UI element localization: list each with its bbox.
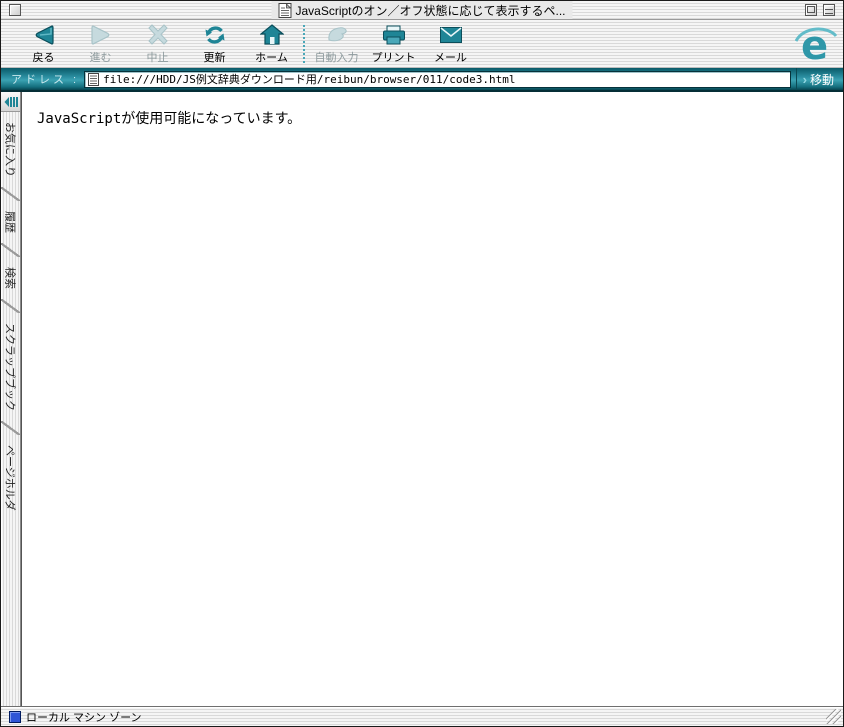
home-button[interactable]: ホーム: [243, 22, 300, 66]
refresh-label: 更新: [203, 52, 226, 64]
security-zone-label: ローカル マシン ゾーン: [26, 711, 142, 724]
address-url: file:///HDD/JS例文辞典ダウンロード用/reibun/browser…: [103, 73, 516, 86]
forward-icon: [89, 22, 113, 48]
sidebar-tab-divider: [1, 421, 20, 435]
forward-label: 進む: [89, 52, 112, 64]
toolbar-separator: [303, 24, 305, 63]
mail-button[interactable]: メール: [422, 22, 479, 66]
sidebar-tab-favorites[interactable]: お気に入り: [1, 112, 20, 187]
page-message: JavaScriptが使用可能になっています。: [37, 111, 302, 127]
sidebar-tab-history[interactable]: 履歴: [1, 201, 20, 243]
sidebar: お気に入り 履歴 検索 スクラップブック ページホルダ: [1, 92, 21, 706]
title-group: JavaScriptのオン／オフ状態に応じて表示するペ...: [271, 1, 573, 19]
back-icon: [32, 22, 56, 48]
zoom-window-button[interactable]: [805, 4, 817, 16]
title-bar[interactable]: JavaScriptのオン／オフ状態に応じて表示するペ...: [1, 1, 843, 20]
window-title: JavaScriptのオン／オフ状態に応じて表示するペ...: [295, 3, 566, 18]
back-button[interactable]: 戻る: [15, 22, 72, 66]
sidebar-collapse-button[interactable]: [1, 92, 20, 112]
stop-label: 中止: [146, 52, 169, 64]
forward-button[interactable]: 進む: [72, 22, 129, 66]
go-button[interactable]: › 移動: [795, 68, 843, 90]
autofill-button[interactable]: 自動入力: [308, 22, 365, 66]
home-icon: [259, 22, 284, 48]
sidebar-tab-search[interactable]: 検索: [1, 257, 20, 299]
stop-button[interactable]: 中止: [129, 22, 186, 66]
home-label: ホーム: [255, 52, 288, 64]
address-input[interactable]: file:///HDD/JS例文辞典ダウンロード用/reibun/browser…: [84, 70, 791, 88]
internet-explorer-logo: e: [795, 23, 837, 65]
toolbar: 戻る 進む 中止 更新 ホーム 自動入力 プリント メール e: [1, 20, 843, 68]
print-label: プリント: [371, 52, 416, 64]
address-label: アドレス :: [11, 74, 80, 86]
stop-icon: [146, 22, 170, 48]
back-label: 戻る: [32, 52, 55, 64]
go-label: 移動: [809, 72, 834, 87]
address-bar: アドレス : file:///HDD/JS例文辞典ダウンロード用/reibun/…: [1, 68, 843, 90]
browser-window: JavaScriptのオン／オフ状態に応じて表示するペ... 戻る 進む 中止 …: [0, 0, 844, 727]
url-document-icon: [88, 72, 100, 86]
status-bar: ローカル マシン ゾーン: [1, 706, 843, 726]
autofill-icon: [325, 22, 349, 48]
mail-label: メール: [434, 52, 467, 64]
sidebar-tab-divider: [1, 299, 20, 313]
window-resize-grip[interactable]: [826, 709, 841, 724]
sidebar-tab-divider: [1, 187, 20, 201]
page-content: JavaScriptが使用可能になっています。: [21, 92, 843, 706]
print-icon: [381, 22, 407, 48]
autofill-label: 自動入力: [314, 52, 359, 64]
sidebar-tab-scrapbook[interactable]: スクラップブック: [1, 313, 20, 421]
sidebar-tab-divider: [1, 243, 20, 257]
mail-icon: [438, 22, 464, 48]
sidebar-collapse-icon: [4, 96, 18, 107]
print-button[interactable]: プリント: [365, 22, 422, 66]
go-chevron-icon: ›: [802, 71, 807, 87]
refresh-icon: [203, 22, 227, 48]
collapse-window-button[interactable]: [823, 4, 835, 16]
refresh-button[interactable]: 更新: [186, 22, 243, 66]
page-document-icon: [278, 2, 292, 18]
sidebar-tab-pageholder[interactable]: ページホルダ: [1, 435, 20, 521]
close-button[interactable]: [9, 4, 21, 16]
security-zone-icon: [9, 710, 21, 723]
